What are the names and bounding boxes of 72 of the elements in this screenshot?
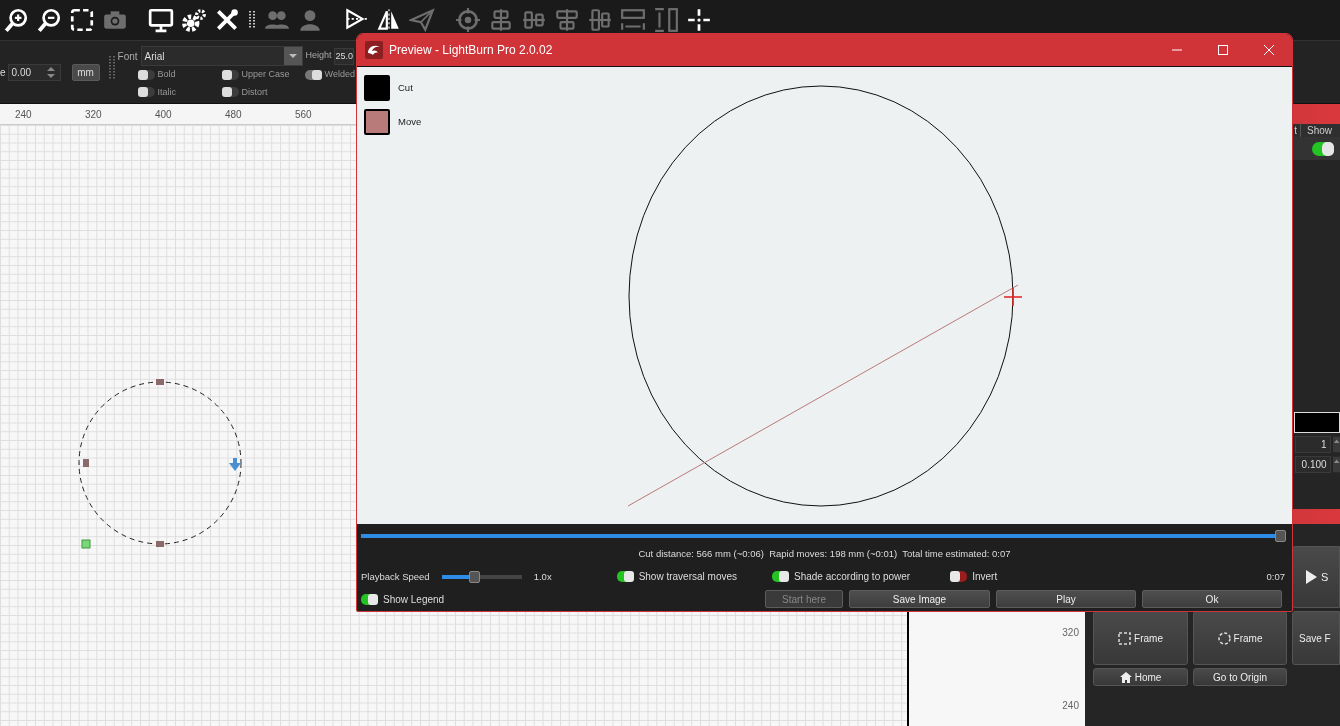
ruler-label: 240 xyxy=(15,107,33,122)
zoom-in-icon[interactable] xyxy=(3,7,29,33)
origin-marker xyxy=(81,539,91,549)
field-label: Playback Speed xyxy=(361,569,430,584)
toggle-switch[interactable]: Show traversal moves xyxy=(616,569,737,585)
font-dropdown[interactable]: Arial xyxy=(140,46,303,66)
ruler-label: 320 xyxy=(1062,626,1079,640)
gear-icon[interactable] xyxy=(181,7,207,33)
slider-thumb[interactable] xyxy=(1275,530,1286,542)
progress-slider[interactable] xyxy=(361,530,1286,542)
direction-arrow-icon xyxy=(229,458,241,471)
toggle-switch[interactable]: Upper Case xyxy=(221,68,305,82)
legend-label: Cut xyxy=(398,80,413,95)
dashed-square-icon xyxy=(1118,631,1132,645)
play-icon xyxy=(1305,569,1318,585)
color-swatch[interactable] xyxy=(1294,412,1340,433)
number-field[interactable]: 0.100 xyxy=(1295,456,1331,473)
zoom-out-icon[interactable] xyxy=(36,7,62,33)
toggle-switch[interactable]: Distort xyxy=(221,85,305,99)
toggle-switch[interactable]: Bold xyxy=(137,68,222,82)
maximize-icon[interactable] xyxy=(1218,45,1228,55)
node-handle[interactable] xyxy=(156,379,164,385)
ruler-label: 320 xyxy=(85,107,103,122)
time-reading: 0:07 xyxy=(1266,569,1285,584)
home-icon xyxy=(1119,671,1132,683)
ruler-label: 560 xyxy=(295,107,313,122)
dialog-button[interactable]: Save Image xyxy=(849,590,990,609)
laser-button[interactable]: Home xyxy=(1093,668,1188,686)
close-icon[interactable] xyxy=(1264,45,1274,55)
speed-reading: 1.0x xyxy=(533,569,552,584)
field-label: Font xyxy=(117,49,138,64)
spinner-icon[interactable] xyxy=(1332,456,1340,473)
crosshair-icon xyxy=(1003,287,1023,307)
ruler-label: 240 xyxy=(1062,699,1079,713)
field-label: Height xyxy=(305,49,332,63)
toggle-switch[interactable]: Welded xyxy=(304,68,353,82)
spinner-icon[interactable] xyxy=(1332,436,1340,453)
crosshair-icon[interactable] xyxy=(686,7,712,33)
slider-thumb[interactable] xyxy=(468,570,480,583)
laser-button[interactable]: Frame xyxy=(1093,611,1188,665)
toggle-switch[interactable]: Shade according to power xyxy=(772,569,911,585)
column-header: Show xyxy=(1306,124,1333,138)
grip-handle[interactable] xyxy=(108,56,115,80)
monitor-icon[interactable] xyxy=(148,7,174,33)
start-button[interactable]: S xyxy=(1292,546,1340,608)
selection-icon[interactable] xyxy=(69,7,95,33)
node-handle[interactable] xyxy=(83,459,89,467)
speed-slider[interactable] xyxy=(441,570,522,583)
legend-label: Move xyxy=(398,114,422,129)
toggle-switch[interactable]: Show Legend xyxy=(361,591,445,607)
toggle-switch[interactable]: Italic xyxy=(137,85,222,99)
number-field[interactable]: 1 xyxy=(1295,436,1331,453)
unit-button[interactable]: mm xyxy=(71,64,100,81)
stats-text: Cut distance: 566 mm (~0:06) Rapid moves: 198 mm (~0:01) Total time estimated: 0:07 xyxy=(637,547,1012,561)
field-label: e xyxy=(0,66,6,80)
app-logo-icon xyxy=(365,41,383,59)
dialog-button[interactable]: Play xyxy=(996,590,1136,609)
ruler-label: 400 xyxy=(155,107,173,122)
laser-button[interactable]: Frame xyxy=(1193,611,1287,665)
toggle-switch[interactable] xyxy=(1312,141,1334,156)
toggle-switch[interactable]: Invert xyxy=(950,569,998,585)
height-field[interactable]: 25.0 xyxy=(333,47,354,65)
tools-icon[interactable] xyxy=(214,7,240,33)
ruler-label: 480 xyxy=(225,107,243,122)
spacing-field[interactable]: 0.00 xyxy=(7,64,61,81)
dashed-circle-icon xyxy=(1217,631,1231,645)
dialog-button[interactable]: Ok xyxy=(1142,590,1282,609)
flip-icon[interactable] xyxy=(376,7,402,33)
laser-button[interactable]: Save F xyxy=(1292,611,1340,665)
window-title: Preview - LightBurn Pro 2.0.02 xyxy=(389,42,554,59)
laser-button[interactable]: Go to Origin xyxy=(1193,668,1287,686)
node-handle[interactable] xyxy=(156,541,164,547)
